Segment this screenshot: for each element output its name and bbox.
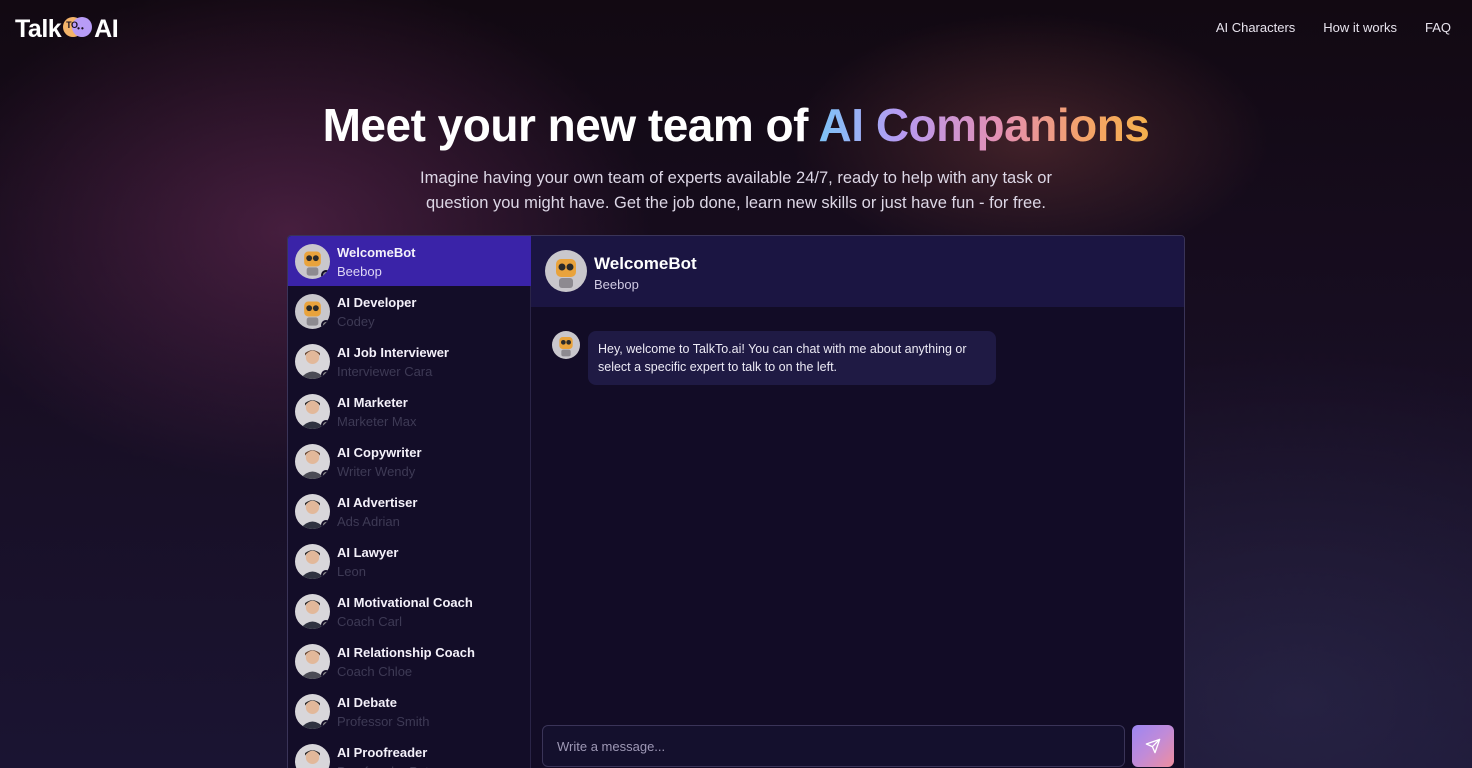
- status-dot: [321, 470, 330, 479]
- robot-avatar: [295, 244, 330, 279]
- bot-message: Hey, welcome to TalkTo.ai! You can chat …: [588, 331, 996, 385]
- character-name: AI Advertiser: [337, 495, 418, 510]
- status-dot: [321, 620, 330, 629]
- logo-speech-bubble-icon: TO ••: [63, 15, 93, 43]
- character-item[interactable]: AI Proofreader Proofreader Pete: [288, 736, 531, 768]
- status-dot: [321, 420, 330, 429]
- man-avatar: [295, 744, 330, 768]
- logo-text-talk: Talk: [15, 14, 62, 43]
- site-header: Talk TO •• AI AI Characters How it works…: [0, 0, 1472, 58]
- character-persona: Writer Wendy: [337, 464, 416, 479]
- man-avatar: [295, 494, 330, 529]
- status-dot: [321, 320, 330, 329]
- character-persona: Interviewer Cara: [337, 364, 433, 379]
- status-dot: [321, 570, 330, 579]
- message-input[interactable]: [542, 725, 1125, 767]
- character-name: AI Developer: [337, 295, 417, 310]
- character-persona: Ads Adrian: [337, 514, 400, 529]
- logo-text-ai: AI: [94, 14, 119, 43]
- nav-link-faq[interactable]: FAQ: [1425, 20, 1451, 35]
- character-persona: Coach Carl: [337, 614, 403, 629]
- send-icon: [1145, 738, 1161, 754]
- character-item[interactable]: AI Developer Codey: [288, 286, 531, 336]
- character-name: AI Job Interviewer: [337, 345, 449, 360]
- character-item[interactable]: AI Debate Professor Smith: [288, 686, 531, 736]
- character-persona: Beebop: [337, 264, 382, 279]
- nav-link-how-it-works[interactable]: How it works: [1323, 20, 1397, 35]
- character-item[interactable]: WelcomeBot Beebop: [288, 236, 531, 286]
- robot-avatar: [295, 294, 330, 329]
- character-persona: Codey: [337, 314, 375, 329]
- robot-avatar: [545, 250, 587, 292]
- logo-mark-text: TO: [66, 20, 78, 30]
- chat-widget: WelcomeBot Beebop AI Developer Codey AI Job …: [287, 235, 1185, 768]
- woman-avatar: [295, 644, 330, 679]
- status-dot: [321, 520, 330, 529]
- character-list: WelcomeBot Beebop AI Developer Codey AI Job …: [288, 236, 531, 768]
- chat-bot-name: WelcomeBot: [594, 254, 697, 273]
- chat-header: WelcomeBot Beebop: [531, 236, 1184, 307]
- character-item[interactable]: AI Motivational Coach Coach Carl: [288, 586, 531, 636]
- character-name: AI Marketer: [337, 395, 408, 410]
- status-dot: [321, 670, 330, 679]
- character-name: AI Relationship Coach: [337, 645, 475, 660]
- character-name: WelcomeBot: [337, 245, 416, 260]
- character-persona: Marketer Max: [337, 414, 417, 429]
- character-item[interactable]: AI Copywriter Writer Wendy: [288, 436, 531, 486]
- status-dot: [321, 270, 330, 279]
- man-avatar: [295, 694, 330, 729]
- nav-link-ai-characters[interactable]: AI Characters: [1216, 20, 1295, 35]
- character-item[interactable]: AI Advertiser Ads Adrian: [288, 486, 531, 536]
- character-item[interactable]: AI Job Interviewer Interviewer Cara: [288, 336, 531, 386]
- status-dot: [321, 720, 330, 729]
- hero-subtitle: Imagine having your own team of experts …: [420, 169, 1052, 212]
- man-avatar: [295, 394, 330, 429]
- hero-title-highlight: AI Companions: [818, 99, 1150, 151]
- hero-title: Meet your new team of AI Companions: [0, 98, 1472, 152]
- main-nav: AI Characters How it works FAQ: [1216, 20, 1451, 35]
- woman-avatar: [295, 344, 330, 379]
- character-item[interactable]: AI Relationship Coach Coach Chloe: [288, 636, 531, 686]
- robot-avatar: [552, 331, 580, 359]
- character-persona: Proofreader Pete: [337, 764, 436, 768]
- character-name: AI Motivational Coach: [337, 595, 473, 610]
- character-persona: Coach Chloe: [337, 664, 413, 679]
- status-dot: [321, 370, 330, 379]
- woman-avatar: [295, 444, 330, 479]
- send-button[interactable]: [1132, 725, 1174, 767]
- character-item[interactable]: AI Lawyer Leon: [288, 536, 531, 586]
- man-avatar: [295, 594, 330, 629]
- character-name: AI Lawyer: [337, 545, 399, 560]
- character-name: AI Proofreader: [337, 745, 428, 760]
- man-avatar: [295, 544, 330, 579]
- character-persona: Professor Smith: [337, 714, 430, 729]
- character-name: AI Debate: [337, 695, 397, 710]
- hero-title-plain: Meet your new team of: [322, 99, 819, 151]
- chat-bot-persona: Beebop: [594, 277, 639, 292]
- talkto-ai-logo[interactable]: Talk TO •• AI: [15, 14, 119, 44]
- character-name: AI Copywriter: [337, 445, 422, 460]
- character-item[interactable]: AI Marketer Marketer Max: [288, 386, 531, 436]
- character-persona: Leon: [337, 564, 366, 579]
